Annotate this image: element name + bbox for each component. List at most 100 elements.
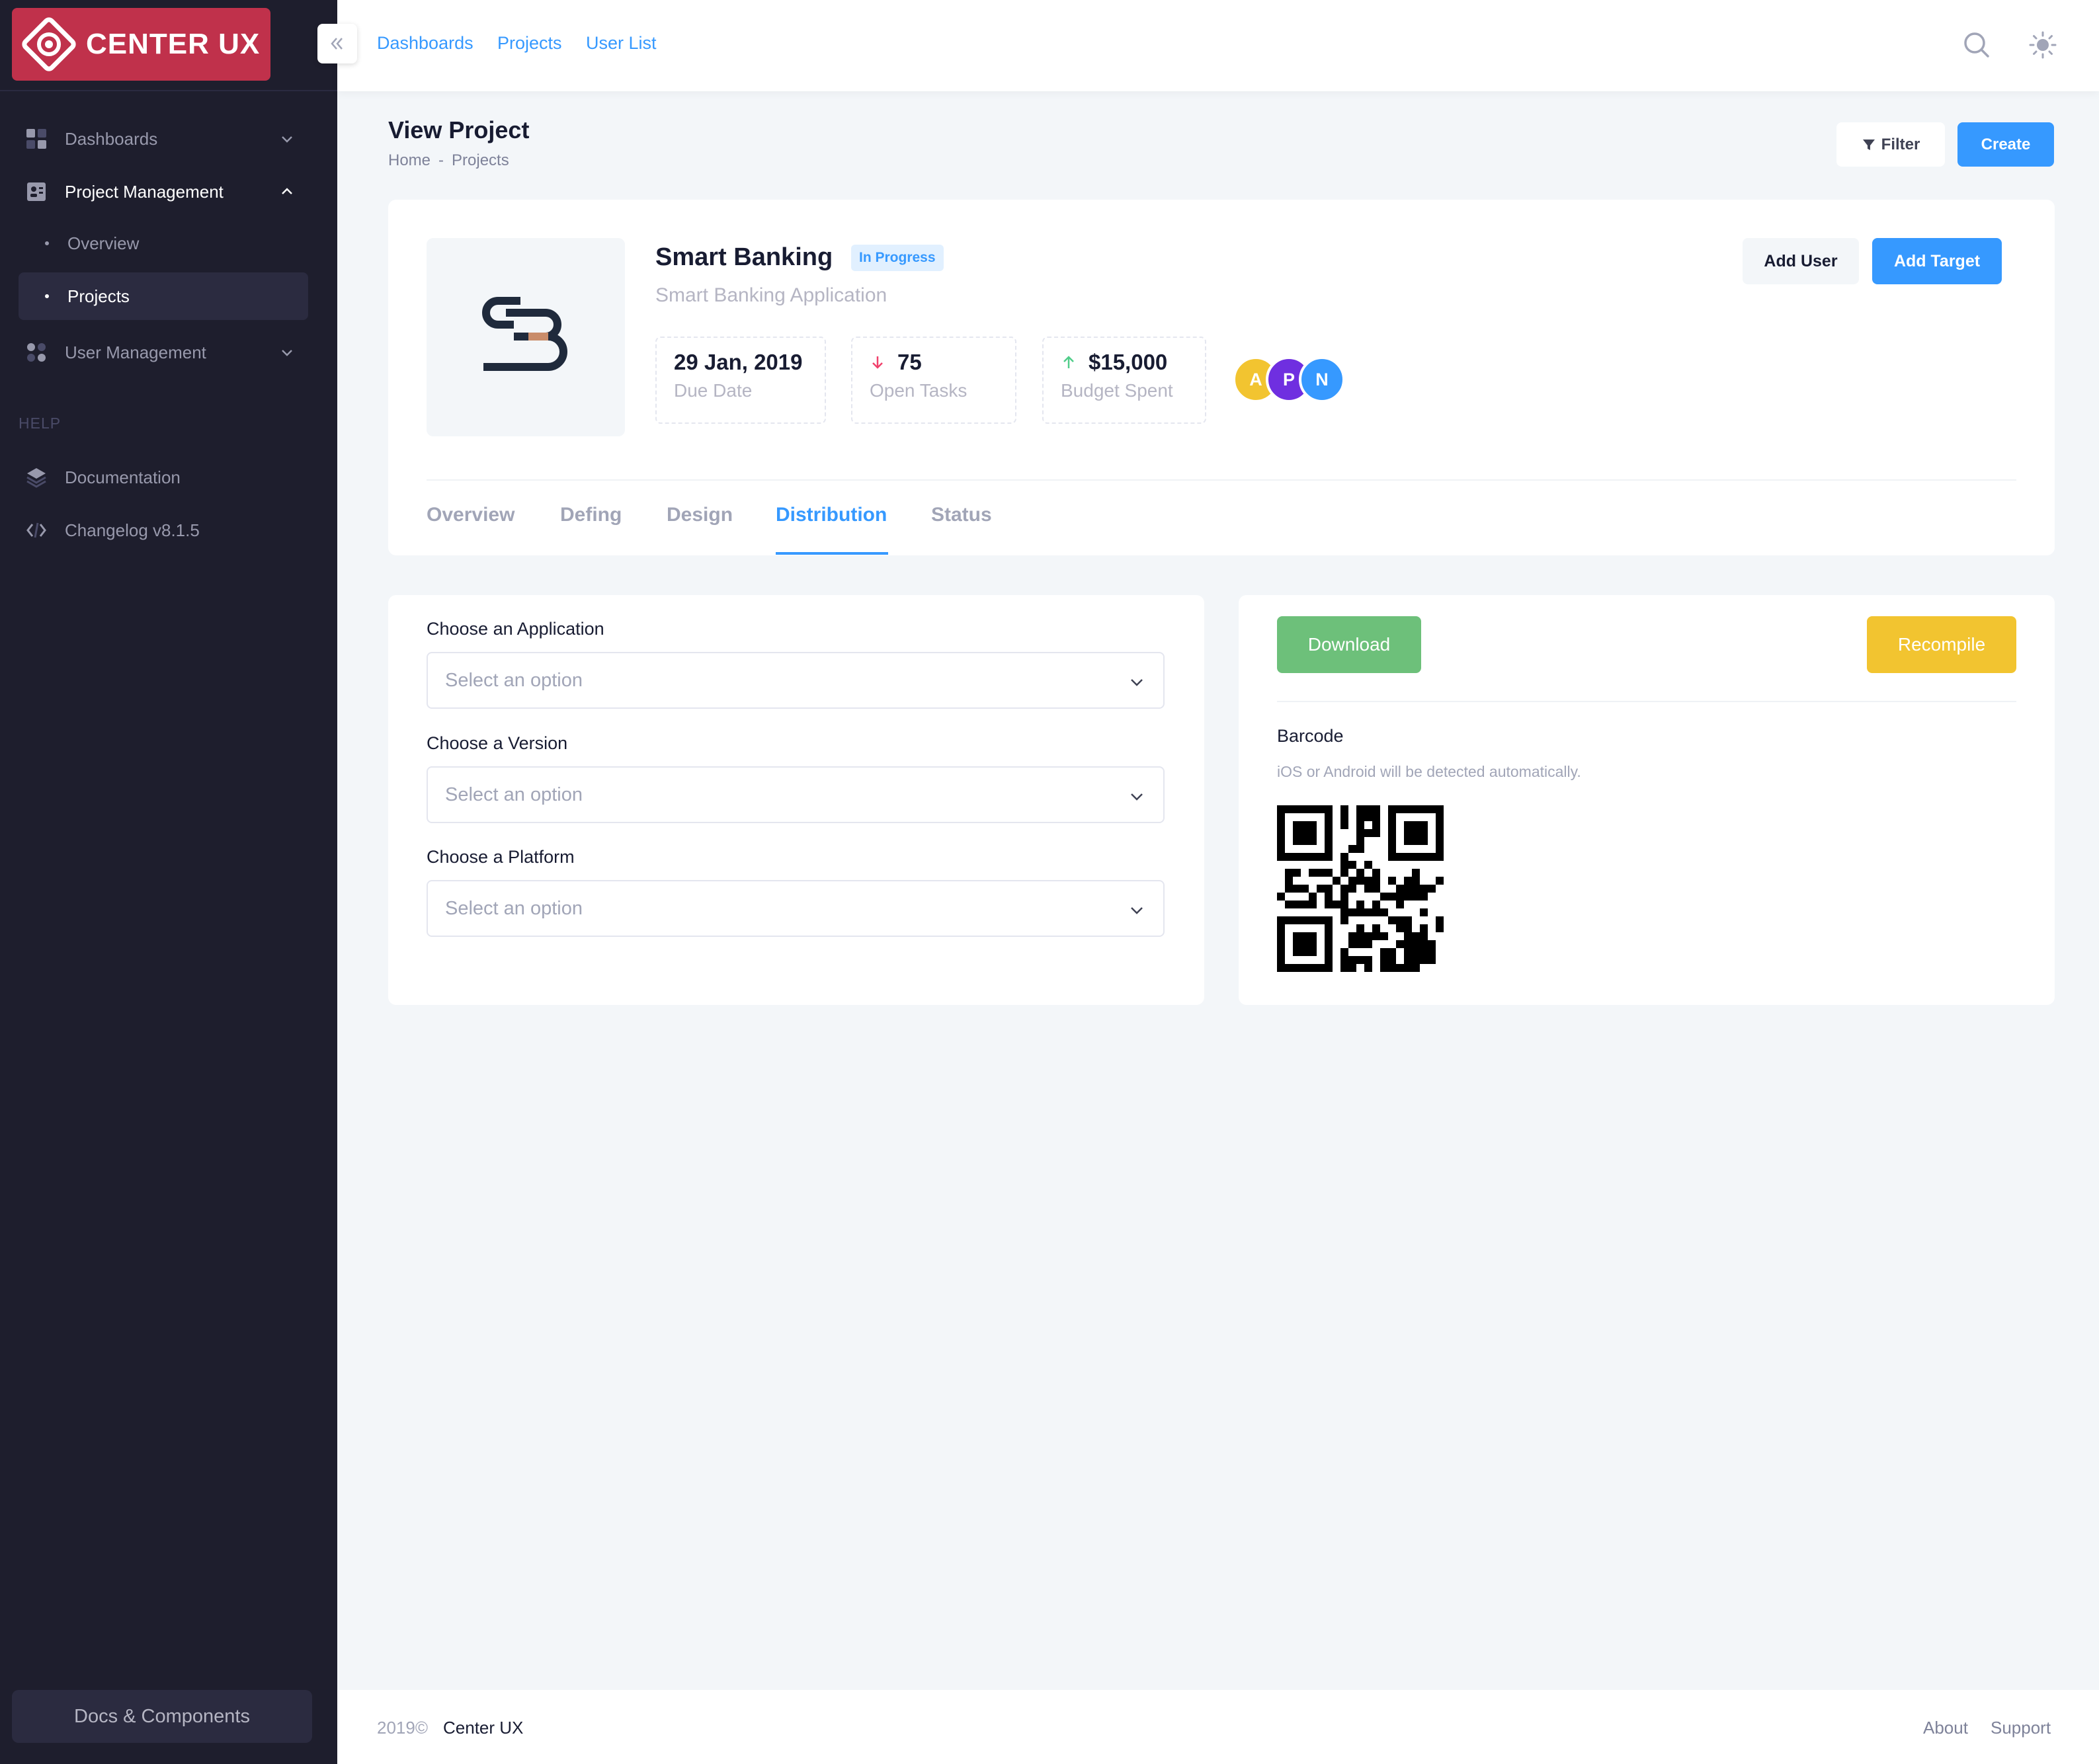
stat-value-row: 75 <box>870 350 998 375</box>
sidebar-item-label: Project Management <box>65 181 224 202</box>
users-icon <box>25 341 48 364</box>
sidebar-subitem-label: Overview <box>67 233 140 253</box>
distribution-form-card: Choose an Application Select an option C… <box>388 595 1204 1005</box>
sidebar-item-label: Dashboards <box>65 128 158 149</box>
sidebar-item-documentation[interactable]: Documentation <box>19 454 308 501</box>
footer-link-about[interactable]: About <box>1923 1718 1968 1738</box>
filter-button-label: Filter <box>1881 135 1920 153</box>
chevron-down-icon <box>282 350 292 356</box>
platform-select[interactable]: Select an option <box>427 880 1165 937</box>
active-tab-indicator <box>776 552 888 555</box>
stat-value: 75 <box>897 350 922 374</box>
select-placeholder: Select an option <box>445 669 583 691</box>
sun-icon <box>2029 31 2057 59</box>
version-select[interactable]: Select an option <box>427 766 1165 823</box>
barcode-title: Barcode <box>1277 726 1344 746</box>
stat-due-date: 29 Jan, 2019 Due Date <box>655 337 826 424</box>
project-name: Smart Banking <box>655 243 833 271</box>
chevron-down-icon <box>1131 679 1143 686</box>
select-placeholder: Select an option <box>445 897 583 919</box>
sidebar-collapse-button[interactable] <box>317 24 357 63</box>
stat-value: 29 Jan, 2019 <box>674 350 803 374</box>
select-placeholder: Select an option <box>445 783 583 805</box>
sidebar-item-label: Documentation <box>65 467 181 487</box>
breadcrumb-home[interactable]: Home <box>388 151 431 170</box>
breadcrumb: Home - Projects <box>388 151 509 170</box>
dashboard-icon <box>25 128 48 150</box>
avatar[interactable]: N <box>1299 356 1345 403</box>
recompile-button[interactable]: Recompile <box>1867 616 2016 673</box>
help-section-label: HELP <box>19 415 62 432</box>
project-description: Smart Banking Application <box>655 284 887 306</box>
barcode-divider <box>1277 701 2016 702</box>
sidebar-item-user-management[interactable]: User Management <box>19 329 308 376</box>
stat-value: $15,000 <box>1089 350 1168 374</box>
sidebar-subitem-overview[interactable]: Overview <box>19 220 308 267</box>
add-user-button[interactable]: Add User <box>1743 238 1859 284</box>
bullet-icon <box>45 294 49 298</box>
add-target-button[interactable]: Add Target <box>1872 238 2002 284</box>
stat-label: Open Tasks <box>870 380 967 401</box>
tab-defing[interactable]: Defing <box>560 504 622 526</box>
status-badge: In Progress <box>851 245 944 271</box>
filter-icon <box>1862 139 1875 150</box>
brand-name: CENTER UX <box>86 28 261 60</box>
tab-distribution[interactable]: Distribution <box>776 504 887 526</box>
sidebar-divider <box>0 90 337 91</box>
double-chevron-left-icon <box>331 38 343 50</box>
sidebar-item-label: Changelog v8.1.5 <box>65 520 200 540</box>
project-card: Smart Banking In Progress Smart Banking … <box>388 200 2055 555</box>
breadcrumb-projects[interactable]: Projects <box>452 151 509 170</box>
footer: 2019© Center UX About Support <box>337 1690 2099 1764</box>
layers-icon <box>25 466 48 489</box>
platform-label: Choose a Platform <box>427 847 575 867</box>
barcode-subtitle: iOS or Android will be detected automati… <box>1277 763 1581 780</box>
tab-overview[interactable]: Overview <box>427 504 514 526</box>
arrow-up-icon <box>1063 356 1074 368</box>
search-button[interactable] <box>1961 29 1993 64</box>
chevron-down-icon <box>282 136 292 143</box>
breadcrumb-separator: - <box>438 151 444 169</box>
header-link-user-list[interactable]: User List <box>586 33 657 54</box>
header-link-projects[interactable]: Projects <box>497 33 562 54</box>
code-icon <box>25 519 48 541</box>
chevron-down-icon <box>1131 793 1143 801</box>
theme-toggle-button[interactable] <box>2027 29 2059 64</box>
tab-design[interactable]: Design <box>667 504 733 526</box>
version-label: Choose a Version <box>427 733 568 753</box>
stat-label: Due Date <box>674 380 753 401</box>
docs-components-button[interactable]: Docs & Components <box>12 1690 312 1743</box>
sidebar: CENTER UX Dashboards Project Management … <box>0 0 337 1764</box>
smart-banking-logo-icon <box>482 297 567 371</box>
qr-code-icon <box>1277 805 1444 972</box>
footer-link-support[interactable]: Support <box>1991 1718 2051 1738</box>
create-button[interactable]: Create <box>1957 122 2054 167</box>
stat-budget-spent: $15,000 Budget Spent <box>1042 337 1206 424</box>
project-icon <box>25 180 48 203</box>
stat-value-row: $15,000 <box>1061 350 1188 375</box>
arrow-down-icon <box>872 356 883 369</box>
stat-open-tasks: 75 Open Tasks <box>851 337 1016 424</box>
barcode-card: Download Recompile Barcode iOS or Androi… <box>1239 595 2055 1005</box>
card-divider <box>427 479 2016 481</box>
download-button[interactable]: Download <box>1277 616 1421 673</box>
tab-status[interactable]: Status <box>931 504 992 526</box>
sidebar-item-label: User Management <box>65 342 206 362</box>
footer-year: 2019© <box>377 1718 428 1738</box>
top-header: Dashboards Projects User List <box>317 0 2099 91</box>
sidebar-item-dashboards[interactable]: Dashboards <box>19 115 308 163</box>
sidebar-item-project-management[interactable]: Project Management <box>19 168 308 216</box>
project-logo <box>427 238 625 436</box>
page-title: View Project <box>388 116 530 143</box>
brand-logo[interactable]: CENTER UX <box>12 8 270 81</box>
sidebar-item-changelog[interactable]: Changelog v8.1.5 <box>19 506 308 554</box>
chevron-down-icon <box>1131 907 1143 914</box>
footer-brand-link[interactable]: Center UX <box>443 1718 523 1738</box>
header-link-dashboards[interactable]: Dashboards <box>377 33 473 54</box>
application-label: Choose an Application <box>427 619 604 639</box>
chevron-up-icon <box>282 188 292 194</box>
filter-button[interactable]: Filter <box>1836 122 1945 167</box>
sidebar-subitem-projects[interactable]: Projects <box>19 272 308 320</box>
search-icon <box>1964 32 1989 58</box>
application-select[interactable]: Select an option <box>427 652 1165 709</box>
